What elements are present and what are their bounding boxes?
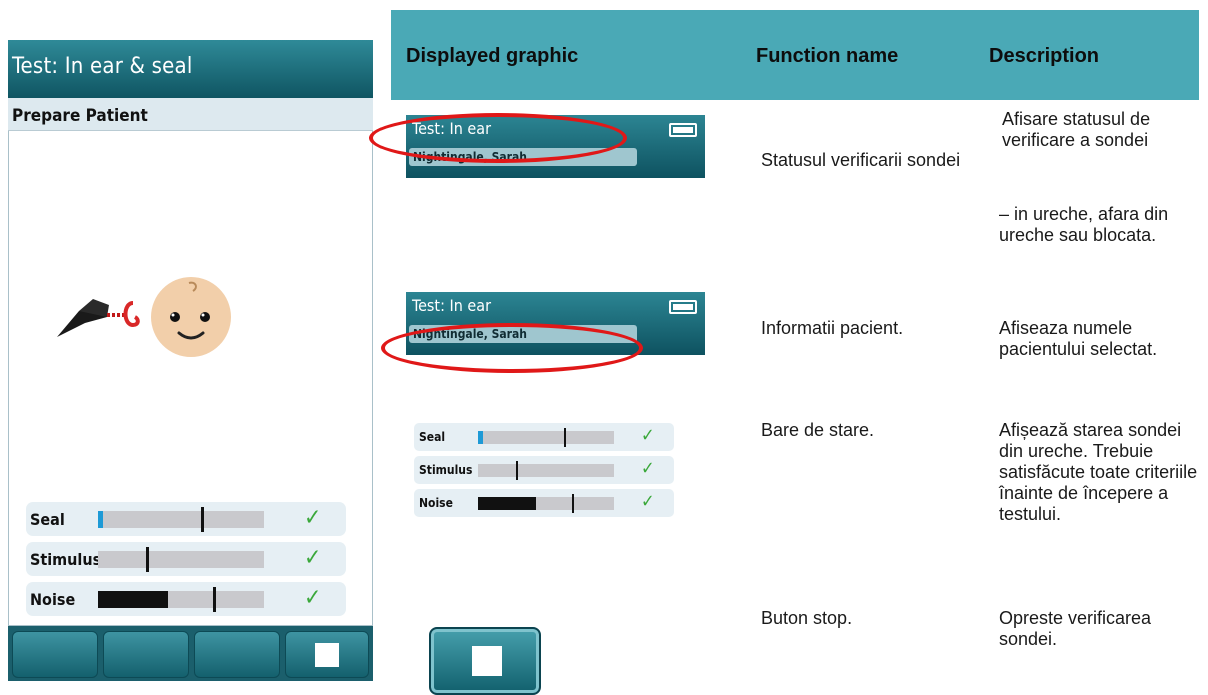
check-icon: ✓ (304, 585, 322, 611)
status-bar-noise: Noise ✓ (414, 489, 674, 517)
status-bar-threshold-marker (146, 547, 150, 572)
status-bar-label: Stimulus (30, 550, 102, 569)
description-probe-status: Afisare statusul de verificare a sondei (1002, 109, 1151, 150)
status-bar-track (98, 507, 264, 532)
check-icon: ✓ (641, 425, 655, 446)
status-bar-stimulus: Stimulus ✓ (26, 542, 346, 576)
probe-and-baby-illustration (57, 277, 231, 357)
status-bar-label: Seal (30, 510, 65, 529)
header-description: Description (989, 45, 1100, 67)
status-bar-threshold-marker (571, 494, 574, 513)
status-bar-threshold-marker (200, 507, 204, 532)
header-displayed-graphic: Displayed graphic (406, 45, 579, 67)
status-bar-fill (478, 497, 537, 510)
status-bar-track (478, 494, 614, 513)
status-bar-fill (478, 431, 484, 444)
status-bar-seal: Seal ✓ (26, 502, 346, 536)
status-bar-seal: Seal ✓ (414, 423, 674, 451)
status-bar-track (478, 428, 614, 447)
stop-icon (472, 646, 502, 676)
status-bar-threshold-marker (212, 587, 216, 612)
status-bar-track (98, 547, 264, 572)
status-bar-label: Noise (419, 496, 453, 510)
graphic-test-title: Test: In ear (412, 296, 492, 315)
check-icon: ✓ (641, 458, 655, 479)
status-bar-track (478, 461, 614, 480)
table-header: Displayed graphic Function name Descript… (391, 10, 1199, 100)
status-bar-fill (98, 511, 103, 528)
status-bar-threshold-marker (563, 428, 566, 447)
highlight-oval-title (369, 113, 627, 163)
graphic-stop-button (429, 627, 541, 695)
function-status-bars: Bare de stare. (761, 420, 875, 440)
check-icon: ✓ (641, 491, 655, 512)
graphic-status-bars: Seal ✓ Stimulus ✓ Noise ✓ (414, 423, 674, 517)
description-probe-status-states: – in ureche, afara din ureche sau blocat… (999, 204, 1169, 245)
status-bar-label: Stimulus (419, 463, 473, 477)
status-bar-threshold-marker (516, 461, 519, 480)
function-patient-info: Informatii pacient. (761, 318, 904, 338)
device-status-bars: Seal ✓ Stimulus ✓ Noise ✓ (26, 502, 346, 618)
device-subtitle: Prepare Patient (8, 98, 373, 131)
status-bar-stimulus: Stimulus ✓ (414, 456, 674, 484)
function-stop-button: Buton stop. (761, 608, 853, 628)
device-softkey-bar (8, 626, 373, 681)
status-bar-track (98, 587, 264, 612)
softkey-1[interactable] (12, 631, 98, 678)
function-probe-status: Statusul verificarii sondei (761, 150, 961, 170)
battery-icon (669, 123, 697, 137)
check-icon: ✓ (304, 545, 322, 571)
device-title-bar: Test: In ear & seal (8, 40, 373, 98)
status-bar-fill (98, 591, 168, 608)
stop-button[interactable] (285, 631, 369, 678)
highlight-oval-patient (381, 323, 643, 373)
description-stop-button: Opreste verificarea sondei. (999, 608, 1152, 649)
header-function-name: Function name (756, 45, 899, 67)
status-bar-label: Seal (419, 430, 446, 444)
description-status-bars: Afișează starea sondei din ureche. Trebu… (999, 420, 1198, 524)
softkey-2[interactable] (103, 631, 189, 678)
status-bar-label: Noise (30, 590, 76, 609)
description-patient-info: Afiseaza numele pacientului selectat. (999, 318, 1158, 359)
battery-icon (669, 300, 697, 314)
stop-icon (315, 643, 339, 667)
status-bar-noise: Noise ✓ (26, 582, 346, 616)
check-icon: ✓ (304, 505, 322, 531)
softkey-3[interactable] (194, 631, 280, 678)
